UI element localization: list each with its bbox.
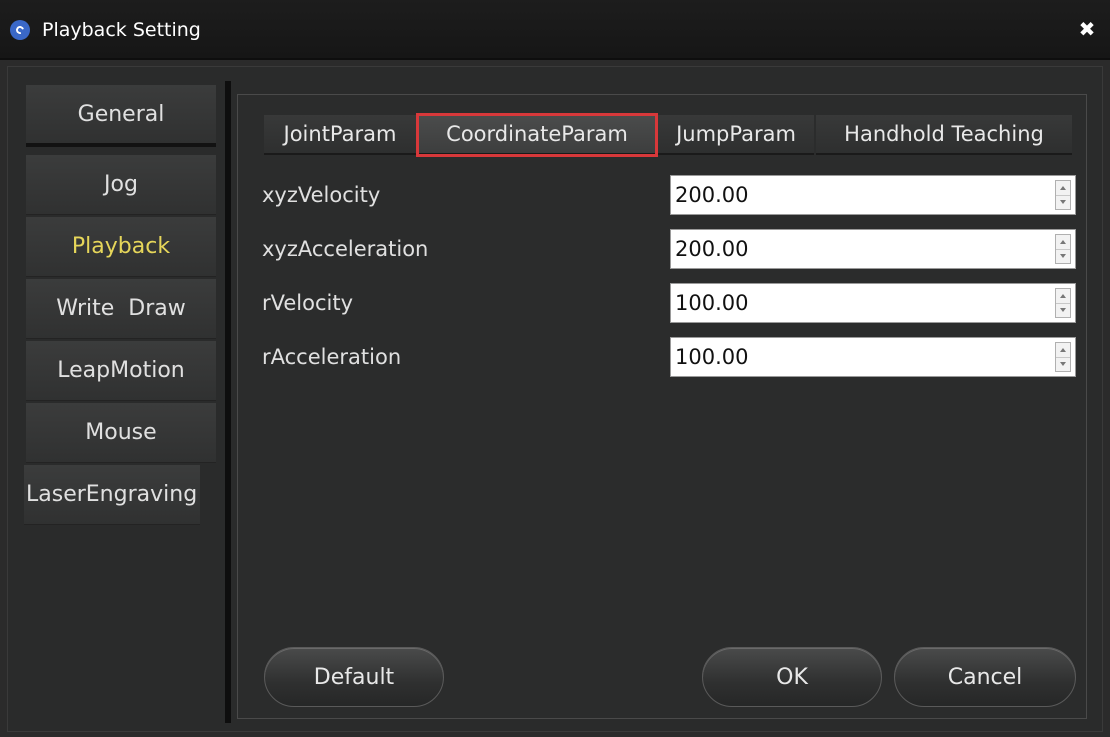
default-button[interactable]: Default xyxy=(264,647,444,707)
settings-sidebar: General Jog Playback Write Draw LeapMoti… xyxy=(24,85,216,527)
param-tabs: JointParam CoordinateParam JumpParam Han… xyxy=(264,113,1074,157)
app-logo-mark xyxy=(14,24,26,36)
sidebar-item-playback[interactable]: Playback xyxy=(26,217,216,277)
app-logo-icon xyxy=(10,20,30,40)
xyzvelocity-input[interactable] xyxy=(675,179,1035,211)
sidebar-divider xyxy=(225,81,231,723)
sidebar-item-general[interactable]: General xyxy=(26,85,216,147)
rvelocity-spinbox[interactable] xyxy=(670,283,1076,323)
arrow-down-icon xyxy=(1060,254,1066,258)
racceleration-input[interactable] xyxy=(675,341,1035,373)
playback-setting-dialog: Playback Setting ✖ General Jog Playback … xyxy=(0,0,1110,737)
param-row-xyzvelocity: xyzVelocity xyxy=(262,175,1078,215)
spin-buttons xyxy=(1055,180,1071,210)
spin-buttons xyxy=(1055,342,1071,372)
param-row-rvelocity: rVelocity xyxy=(262,283,1078,323)
param-row-xyzacceleration: xyzAcceleration xyxy=(262,229,1078,269)
spin-up-button[interactable] xyxy=(1056,343,1070,358)
spin-down-button[interactable] xyxy=(1056,195,1070,209)
arrow-up-icon xyxy=(1060,240,1066,244)
spin-up-button[interactable] xyxy=(1056,289,1070,304)
xyzacceleration-spinbox[interactable] xyxy=(670,229,1076,269)
window-title: Playback Setting xyxy=(42,19,201,41)
ok-button[interactable]: OK xyxy=(702,647,882,707)
param-label: xyzAcceleration xyxy=(262,237,429,261)
arrow-down-icon xyxy=(1060,362,1066,366)
sidebar-item-jog[interactable]: Jog xyxy=(26,155,216,215)
sidebar-item-laserengraving[interactable]: LaserEngraving xyxy=(24,465,200,525)
param-label: rAcceleration xyxy=(262,345,402,369)
arrow-up-icon xyxy=(1060,186,1066,190)
arrow-up-icon xyxy=(1060,294,1066,298)
title-bar: Playback Setting ✖ xyxy=(0,0,1110,60)
arrow-up-icon xyxy=(1060,348,1066,352)
sidebar-item-mouse[interactable]: Mouse xyxy=(26,403,216,463)
spin-down-button[interactable] xyxy=(1056,357,1070,371)
param-label: rVelocity xyxy=(262,291,354,315)
spin-down-button[interactable] xyxy=(1056,303,1070,317)
xyzacceleration-input[interactable] xyxy=(675,233,1035,265)
sidebar-item-leapmotion[interactable]: LeapMotion xyxy=(26,341,216,401)
tab-jointparam[interactable]: JointParam xyxy=(264,115,416,155)
xyzvelocity-spinbox[interactable] xyxy=(670,175,1076,215)
tab-handhold-teaching[interactable]: Handhold Teaching xyxy=(816,115,1072,155)
close-icon[interactable]: ✖ xyxy=(1076,16,1098,42)
arrow-down-icon xyxy=(1060,308,1066,312)
cancel-button[interactable]: Cancel xyxy=(894,647,1076,707)
racceleration-spinbox[interactable] xyxy=(670,337,1076,377)
dialog-content: General Jog Playback Write Draw LeapMoti… xyxy=(7,66,1103,732)
tab-coordinateparam[interactable]: CoordinateParam xyxy=(416,113,658,157)
playback-settings-panel: JointParam CoordinateParam JumpParam Han… xyxy=(237,94,1087,719)
rvelocity-input[interactable] xyxy=(675,287,1035,319)
tab-jumpparam[interactable]: JumpParam xyxy=(658,115,814,155)
param-row-racceleration: rAcceleration xyxy=(262,337,1078,377)
arrow-down-icon xyxy=(1060,200,1066,204)
spin-down-button[interactable] xyxy=(1056,249,1070,263)
spin-up-button[interactable] xyxy=(1056,181,1070,196)
sidebar-item-write-draw[interactable]: Write Draw xyxy=(26,279,216,339)
spin-buttons xyxy=(1055,288,1071,318)
spin-buttons xyxy=(1055,234,1071,264)
spin-up-button[interactable] xyxy=(1056,235,1070,250)
param-label: xyzVelocity xyxy=(262,183,381,207)
